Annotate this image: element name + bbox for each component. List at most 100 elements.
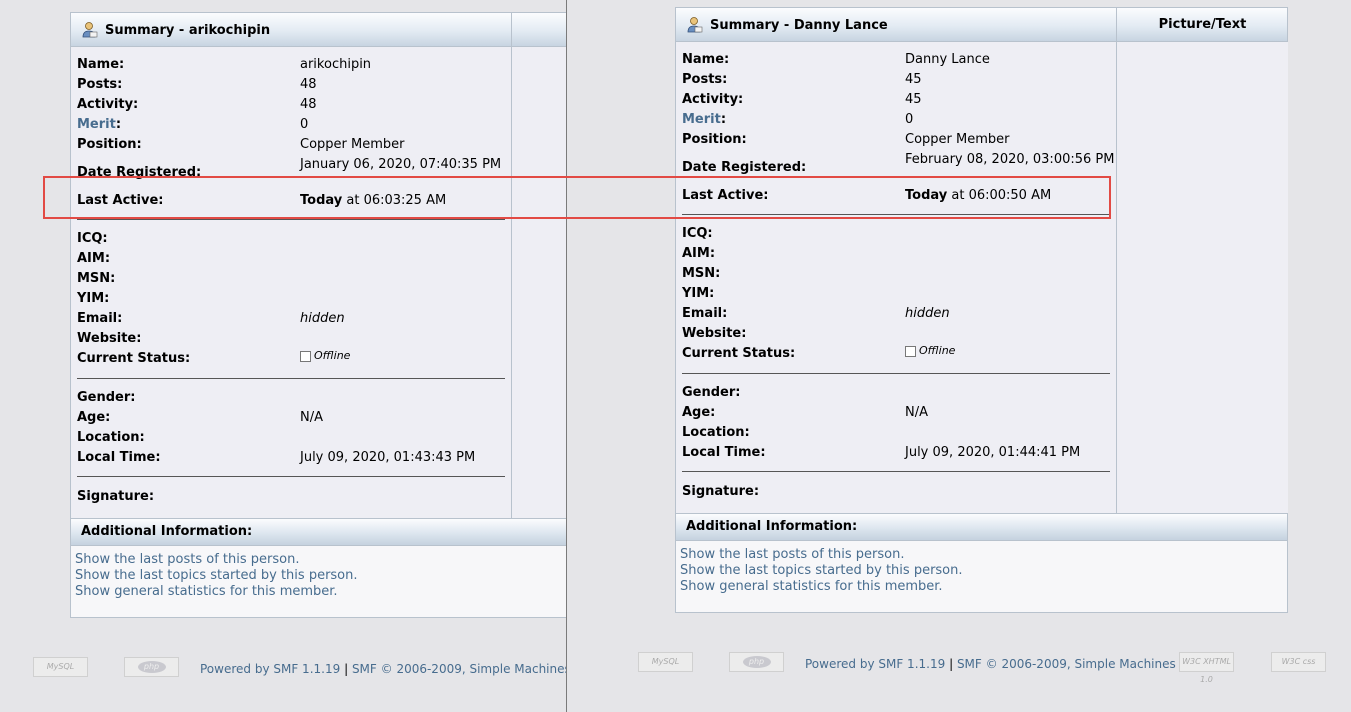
php-badge-label: php [742,656,771,668]
merit-value: 0 [300,117,309,132]
position-label: Position: [77,137,142,152]
mysql-badge[interactable]: MySQL [33,657,88,677]
local-time-value: July 09, 2020, 01:44:41 PM [905,445,1081,460]
activity-value: 45 [905,92,922,107]
last-active-today: Today [905,188,948,203]
status-row: Current Status: Offline [682,344,1112,366]
msn-row: MSN: [77,271,507,291]
show-statistics-link[interactable]: Show general statistics for this member. [75,584,338,599]
profile-summary-table: Summary - Danny Lance Picture/Text Name:… [675,7,1288,514]
local-time-label: Local Time: [77,450,161,465]
email-label: Email: [77,311,123,326]
show-statistics-link[interactable]: Show general statistics for this member. [680,579,943,594]
last-active-label: Last Active: [77,193,164,208]
age-value: N/A [300,410,323,425]
last-active-row: Last Active: Today at 06:03:25 AM [77,193,507,213]
merit-label-wrap: Merit: [682,112,726,127]
signature-row: Signature: [682,484,1112,504]
email-value-wrap: hidden [905,306,950,321]
php-badge-label: php [137,661,166,673]
show-last-topics-link[interactable]: Show the last topics started by this per… [680,563,963,578]
signature-label: Signature: [77,489,155,504]
position-value: Copper Member [300,137,405,152]
divider [682,471,1110,472]
xhtml-badge[interactable]: W3C XHTML 1.0 [1179,652,1234,684]
last-active-time: at 06:03:25 AM [342,193,447,208]
aim-label: AIM: [77,251,111,266]
yim-label: YIM: [77,291,110,306]
aim-row: AIM: [77,251,507,271]
footer-separator: | [344,662,349,676]
icq-label: ICQ: [682,226,713,241]
user-icon [82,22,98,38]
icq-label: ICQ: [77,231,108,246]
divider [682,214,1110,215]
copyright-link[interactable]: SMF © 2006-2009, Simple Machines [352,662,566,676]
aim-label: AIM: [682,246,716,261]
last-active-value: Today at 06:00:50 AM [905,188,1051,203]
picture-text-header: Pi [511,13,566,46]
position-row: Position: Copper Member [682,132,1112,152]
registered-value: January 06, 2020, 07:40:35 PM [300,157,502,172]
location-row: Location: [682,425,1112,445]
divider [682,373,1110,374]
powered-by-link[interactable]: Powered by SMF 1.1.19 [805,657,945,671]
registered-value: February 08, 2020, 03:00:56 PM [905,152,1115,167]
yim-row: YIM: [682,286,1112,306]
name-label: Name: [682,52,730,67]
php-badge[interactable]: php [729,652,784,672]
gender-row: Gender: [682,385,1112,405]
email-row: Email: hidden [77,311,507,331]
profile-summary-table: Summary - arikochipin Pi Name: arikochipi… [70,12,566,519]
age-value: N/A [905,405,928,420]
divider [77,378,505,379]
css-badge[interactable]: W3C css [1271,652,1326,672]
merit-label-wrap: Merit: [77,117,121,132]
user-icon [687,17,703,33]
additional-information-title: Additional Information: [71,519,566,546]
activity-value: 48 [300,97,317,112]
email-value: hidden [905,306,950,321]
name-value: arikochipin [300,57,372,72]
name-label: Name: [77,57,125,72]
age-label: Age: [682,405,716,420]
last-active-label: Last Active: [682,188,769,203]
posts-value: 48 [300,77,317,92]
show-last-posts-link[interactable]: Show the last posts of this person. [680,547,904,562]
merit-value: 0 [905,112,914,127]
location-label: Location: [77,430,145,445]
msn-label: MSN: [77,271,116,286]
age-row: Age: N/A [682,405,1112,425]
status-label: Current Status: [77,351,191,366]
local-time-row: Local Time: July 09, 2020, 01:43:43 PM [77,450,507,470]
copyright-link[interactable]: SMF © 2006-2009, Simple Machines [957,657,1176,671]
status-label: Current Status: [682,346,796,361]
picture-text-column [511,47,566,518]
right-window: Summary - Danny Lance Picture/Text Name:… [566,0,1351,712]
summary-header: Summary - arikochipin [71,13,566,47]
website-row: Website: [682,326,1112,346]
merit-link[interactable]: Merit [77,117,116,132]
last-active-row: Last Active: Today at 06:00:50 AM [682,188,1112,208]
merit-row: Merit: 0 [77,117,507,137]
gender-row: Gender: [77,390,507,410]
divider [77,476,505,477]
local-time-value: July 09, 2020, 01:43:43 PM [300,450,476,465]
activity-label: Activity: [682,92,744,107]
activity-label: Activity: [77,97,139,112]
mysql-badge[interactable]: MySQL [638,652,693,672]
website-label: Website: [77,331,142,346]
show-last-posts-link[interactable]: Show the last posts of this person. [75,552,299,567]
merit-link[interactable]: Merit [682,112,721,127]
powered-by-link[interactable]: Powered by SMF 1.1.19 [200,662,340,676]
footer: Powered by SMF 1.1.19 | SMF © 2006-2009,… [805,657,1176,671]
php-badge[interactable]: php [124,657,179,677]
offline-icon [300,351,311,362]
show-last-topics-link[interactable]: Show the last topics started by this per… [75,568,358,583]
icq-row: ICQ: [77,231,507,251]
status-value-wrap: Offline [300,349,350,362]
email-label: Email: [682,306,728,321]
posts-label: Posts: [682,72,728,87]
registered-label: Date Registered: [682,160,807,175]
left-window: Summary - arikochipin Pi Name: arikochipi… [0,0,566,712]
